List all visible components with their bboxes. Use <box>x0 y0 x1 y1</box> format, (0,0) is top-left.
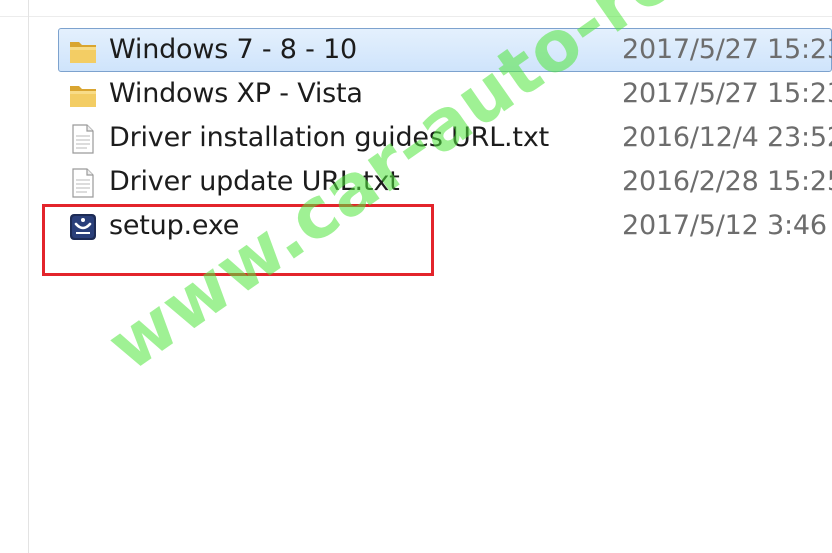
file-explorer-view: Windows 7 - 8 - 10 2017/5/27 15:23 Windo… <box>0 0 832 553</box>
file-row-driver-installation-guides[interactable]: Driver installation guides URL.txt 2016/… <box>58 116 832 160</box>
file-date-modified: 2017/5/27 15:23 <box>622 34 832 65</box>
file-name: Driver update URL.txt <box>109 166 400 197</box>
file-row-setup-exe[interactable]: setup.exe 2017/5/12 3:46 <box>58 204 832 248</box>
header-divider <box>0 16 832 17</box>
setup-exe-icon <box>67 211 99 243</box>
file-row-driver-update-url[interactable]: Driver update URL.txt 2016/2/28 15:25 <box>58 160 832 204</box>
file-name: Windows XP - Vista <box>109 78 363 109</box>
file-name: Driver installation guides URL.txt <box>109 122 549 153</box>
file-name: setup.exe <box>109 210 240 241</box>
folder-icon <box>67 79 99 111</box>
text-file-icon <box>67 167 99 199</box>
file-date-modified: 2017/5/12 3:46 <box>622 210 827 241</box>
file-row-windows-xp-vista[interactable]: Windows XP - Vista 2017/5/27 15:23 <box>58 72 832 116</box>
pane-divider <box>28 0 29 553</box>
folder-icon <box>67 35 99 67</box>
file-list: Windows 7 - 8 - 10 2017/5/27 15:23 Windo… <box>58 28 832 248</box>
file-date-modified: 2016/2/28 15:25 <box>622 166 832 197</box>
text-file-icon <box>67 123 99 155</box>
file-date-modified: 2017/5/27 15:23 <box>622 78 832 109</box>
file-row-windows-7-8-10[interactable]: Windows 7 - 8 - 10 2017/5/27 15:23 <box>58 28 832 72</box>
file-name: Windows 7 - 8 - 10 <box>109 34 358 65</box>
file-date-modified: 2016/12/4 23:52 <box>622 122 832 153</box>
